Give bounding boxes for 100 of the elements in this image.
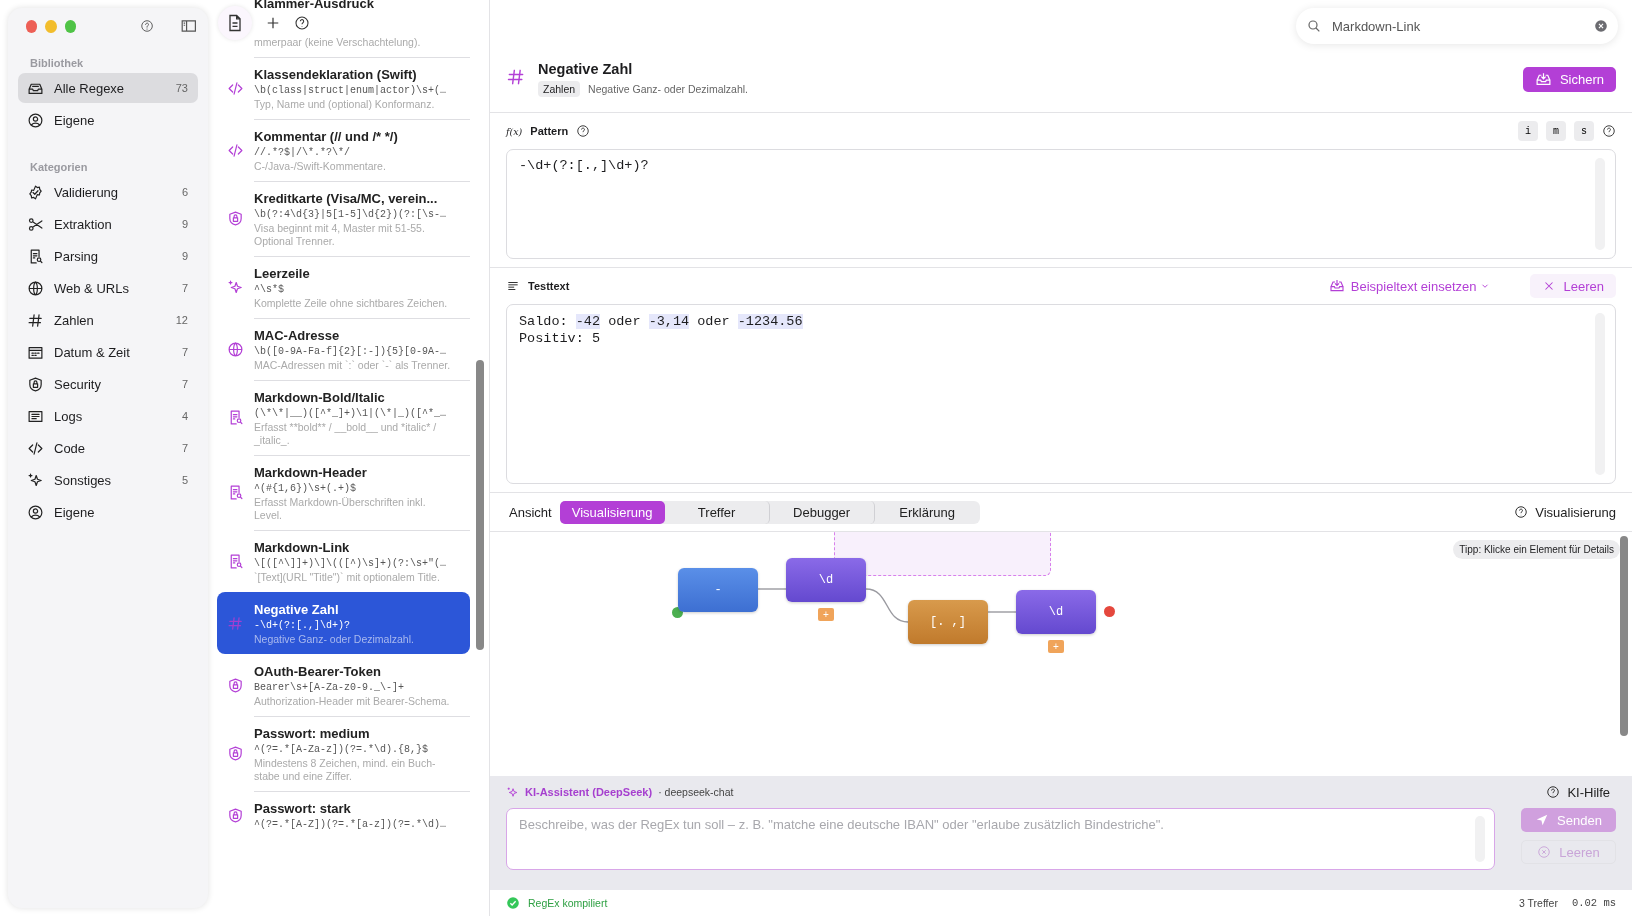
close-circle-icon bbox=[1537, 845, 1552, 859]
sidebar-item[interactable]: Logs 4 bbox=[18, 401, 198, 431]
regex-list-item[interactable]: Klassendeklaration (Swift) \b(class|struct|enum|actor)\s+(… Typ, Name und (optional) Konformanz. bbox=[217, 57, 470, 119]
sidebar-item[interactable]: Extraktion 9 bbox=[18, 209, 198, 239]
view-tab[interactable]: Treffer bbox=[664, 500, 770, 524]
regex-list-item[interactable]: MAC-Adresse \b([0-9A-Fa-f]{2}[:-]){5}[0-9A-… MAC-Adressen mit `:` oder `-` als Trenner. bbox=[217, 318, 470, 380]
scrollbar[interactable] bbox=[476, 360, 484, 650]
sidebar-item[interactable]: Code 7 bbox=[18, 433, 198, 463]
regex-title: Leerzeile bbox=[254, 265, 311, 282]
sidebar-item[interactable]: Validierung 6 bbox=[18, 177, 198, 207]
regex-list-item[interactable]: OAuth-Bearer-Token Bearer\s+[A-Za-z0-9._\-]+ Authorization-Header mit Bearer-Schema. bbox=[217, 654, 470, 716]
sidebar-item[interactable]: Eigene bbox=[18, 105, 198, 135]
sidebar-item[interactable]: Alle Regexe 73 bbox=[18, 73, 198, 103]
regex-node[interactable]: - bbox=[678, 568, 758, 612]
match-highlight: -42 bbox=[575, 314, 601, 329]
regex-description: Komplette Zeile ohne sichtbares Zeichen. bbox=[254, 297, 449, 310]
assistant-title: KI-Assistent (DeepSeek) bbox=[525, 786, 653, 798]
regex-list-item[interactable]: Passwort: medium ^(?=.*[A-Za-z])(?=.*\d).{8,}$ Mindestens 8 Zeichen, mind. ein Buch-stabe und eine Ziffer. bbox=[217, 716, 470, 791]
regex-node[interactable]: \d bbox=[1016, 590, 1096, 634]
view-tab[interactable]: Erklärung bbox=[874, 500, 980, 524]
regex-pattern: Bearer\s+[A-Za-z0-9._\-]+ bbox=[254, 681, 406, 695]
regex-pattern: ^(?=.*[A-Z])(?=.*[a-z])(?=.*\d)… bbox=[254, 818, 448, 832]
regex-pattern: \b(?:4\d{3}|5[1-5]\d{2})(?:[\s-… bbox=[254, 208, 448, 222]
tray-download-icon bbox=[1328, 278, 1345, 294]
regex-pattern: ^\s*$ bbox=[254, 283, 285, 297]
help-icon[interactable] bbox=[1602, 124, 1616, 138]
elapsed-time: 0.02 ms bbox=[1571, 897, 1616, 909]
help-button[interactable]: KI-Hilfe bbox=[1540, 783, 1616, 801]
sparkle-icon bbox=[506, 785, 519, 799]
regex-description: Negative Ganz- oder Dezimalzahl. bbox=[254, 633, 415, 646]
help-icon[interactable] bbox=[294, 15, 310, 31]
check-badge-icon bbox=[27, 183, 44, 201]
function-symbol: f(x) bbox=[506, 125, 523, 137]
regex-list-item[interactable]: Passwort: stark ^(?=.*[A-Z])(?=.*[a-z])(?=.*\d)… bbox=[217, 791, 470, 840]
zoom-window-button[interactable] bbox=[64, 19, 77, 33]
prompt-field[interactable]: Beschreibe, was der RegEx tun soll – z. B. "matche eine deutsche IBAN" oder "erlaube zusätzlich Bindestriche". bbox=[506, 808, 1495, 870]
regex-node[interactable]: \d bbox=[786, 558, 866, 602]
test-text-field[interactable]: Saldo: -42 oder -3,14 oder -1234.56 Positiv: 5 bbox=[506, 304, 1616, 484]
regex-pattern: ^(#{1,6})\s+(.+)$ bbox=[254, 482, 358, 496]
connector-line bbox=[757, 588, 787, 590]
insert-sample-button[interactable]: Beispieltext einsetzen bbox=[1322, 277, 1496, 295]
shield-lock-icon bbox=[227, 210, 244, 227]
sparkle-icon bbox=[227, 278, 244, 296]
tray-download-icon bbox=[1534, 70, 1552, 88]
view-tab[interactable]: Debugger bbox=[769, 500, 875, 524]
close-window-button[interactable] bbox=[26, 19, 38, 33]
scrollbar[interactable] bbox=[1620, 536, 1628, 736]
regex-list-item[interactable]: Markdown-Bold/Italic (\*\*|__)([^*_]+)\1|(\*|_)([^*_… Erfasst **bold** / __bold__ und *italic* / _italic_. bbox=[217, 380, 470, 455]
connector-line bbox=[865, 588, 909, 623]
match-count: 3 Treffer bbox=[1518, 897, 1558, 909]
regex-description: MAC-Adressen mit `:` oder `-` als Trenner. bbox=[254, 359, 452, 372]
help-button[interactable]: Visualisierung bbox=[1508, 503, 1622, 521]
save-button[interactable]: Sichern bbox=[1522, 66, 1616, 92]
paper-plane-icon bbox=[1535, 813, 1550, 827]
sidebar-item[interactable]: Eigene bbox=[18, 497, 198, 527]
sidebar-item[interactable]: Parsing 9 bbox=[18, 241, 198, 271]
hash-icon bbox=[506, 67, 526, 87]
regex-description: Negative Ganz- oder Dezimalzahl. bbox=[588, 83, 748, 95]
help-icon[interactable] bbox=[576, 124, 591, 138]
sidebar-item[interactable]: Zahlen 12 bbox=[18, 305, 198, 335]
regex-list-item[interactable]: Kreditkarte (Visa/MC, verein... \b(?:4\d{3}|5[1-5]\d{2})(?:[\s-… Visa beginnt mit 4, Master mit 51-55. Optional Trenner. bbox=[217, 181, 470, 256]
flag-button[interactable]: m bbox=[1546, 121, 1566, 141]
sidebar-item[interactable]: Datum & Zeit 7 bbox=[18, 337, 198, 367]
pattern-field[interactable]: -\d+(?:[.,]\d+)? bbox=[506, 149, 1616, 259]
regex-description: Erfasst Markdown-Überschriften inkl. Level. bbox=[254, 496, 427, 522]
regex-title: OAuth-Bearer-Token bbox=[254, 663, 382, 680]
clear-search-icon[interactable] bbox=[1594, 19, 1608, 33]
search-icon bbox=[1306, 18, 1322, 34]
search-field[interactable]: Markdown-Link bbox=[1330, 17, 1594, 35]
regex-list-item[interactable]: Leerzeile ^\s*$ Komplette Zeile ohne sichtbares Zeichen. bbox=[217, 256, 470, 318]
regex-pattern: \b([0-9A-Fa-f]{2}[:-]){5}[0-9A-… bbox=[254, 345, 448, 359]
test-text: oder bbox=[607, 314, 642, 329]
regex-title: Passwort: stark bbox=[254, 800, 352, 817]
regex-description: Mindestens 8 Zeichen, mind. ein Buch-stabe und eine Ziffer. bbox=[254, 757, 437, 783]
text-lines-icon bbox=[506, 279, 520, 293]
flag-button[interactable]: s bbox=[1574, 121, 1594, 141]
test-text: Positiv: 5 bbox=[519, 331, 600, 346]
regex-pattern: ^(?=.*[A-Za-z])(?=.*\d).{8,}$ bbox=[254, 743, 430, 757]
document-button[interactable] bbox=[218, 6, 252, 40]
regex-list-item[interactable]: Markdown-Header ^(#{1,6})\s+(.+)$ Erfasst Markdown-Überschriften inkl. Level. bbox=[217, 455, 470, 530]
sidebar-item[interactable]: Sonstiges 5 bbox=[18, 465, 198, 495]
view-label: Ansicht bbox=[509, 504, 552, 520]
regex-description: Erfasst **bold** / __bold__ und *italic* / _italic_. bbox=[254, 421, 438, 447]
flag-button[interactable]: i bbox=[1518, 121, 1538, 141]
regex-list-item[interactable]: Kommentar (// und /* */) //.*?$|/\*.*?\*/ C-/Java-/Swift-Kommentare. bbox=[217, 119, 470, 181]
sidebar-item[interactable]: Security 7 bbox=[18, 369, 198, 399]
regex-pattern: \[([^\]]+)\]\(([^)\s]+)(?:\s+"(… bbox=[254, 557, 448, 571]
clear-button[interactable]: Leeren bbox=[1529, 274, 1616, 298]
globe-icon bbox=[27, 279, 44, 297]
regex-description: Authorization-Header mit Bearer-Schema. bbox=[254, 695, 451, 708]
regex-list-item[interactable]: Negative Zahl -\d+(?:[.,]\d+)? Negative Ganz- oder Dezimalzahl. bbox=[217, 592, 470, 654]
view-tab[interactable]: Visualisierung bbox=[559, 500, 665, 524]
code-icon bbox=[27, 439, 44, 457]
help-icon[interactable] bbox=[140, 18, 155, 34]
regex-title: Markdown-Header bbox=[254, 464, 368, 481]
category-tag: Zahlen bbox=[538, 81, 581, 97]
code-icon bbox=[227, 79, 244, 97]
sidebar-item[interactable]: Web & URLs 7 bbox=[18, 273, 198, 303]
regex-list-item[interactable]: Markdown-Link \[([^\]]+)\]\(([^)\s]+)(?:\s+"(… `[Text](URL "Title")` mit optionalem Title. bbox=[217, 530, 470, 592]
connector-line bbox=[987, 611, 1017, 613]
